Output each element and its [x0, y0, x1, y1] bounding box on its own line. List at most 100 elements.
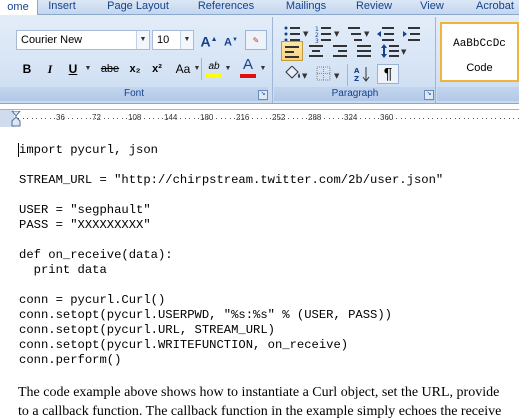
underline-button[interactable]: U: [63, 59, 83, 79]
ruler-tick: [499, 118, 501, 119]
change-case-button[interactable]: Aa: [172, 59, 194, 79]
code-line: print data: [19, 263, 107, 277]
ruler-tick: [490, 118, 492, 119]
increase-indent-icon[interactable]: [403, 27, 420, 41]
ruler-tick: [54, 118, 55, 119]
ruler-tick: [207, 118, 208, 119]
superscript-button[interactable]: x²: [147, 59, 167, 79]
code-line: import pycurl, json: [19, 143, 158, 157]
ruler-tick: [351, 118, 352, 119]
ruler-tick: [387, 118, 388, 119]
ruler-tick: [49, 118, 51, 119]
ruler-tick: [342, 118, 343, 119]
code-line: conn.setopt(pycurl.WRITEFUNCTION, on_rec…: [19, 338, 349, 352]
line-spacing-button[interactable]: ▼: [380, 41, 408, 61]
font-name-combo[interactable]: Courier New ▼: [16, 30, 150, 50]
svg-text:▼: ▼: [334, 30, 340, 38]
shrink-font-button[interactable]: A▼: [221, 30, 241, 50]
ruler-tick: [288, 118, 289, 119]
ruler-tick: [27, 118, 28, 119]
ruler-tick: [400, 118, 402, 119]
ruler-tick: [103, 118, 105, 119]
code-line: USER = "segphault": [19, 203, 151, 217]
ruler-tick: [279, 118, 280, 119]
ruler-tick: [198, 118, 199, 119]
tab-mailings[interactable]: Mailings: [280, 0, 332, 14]
ruler-tick: [229, 118, 231, 119]
align-right-button[interactable]: [329, 41, 351, 61]
tab-view[interactable]: View: [416, 0, 448, 14]
ruler-tick: [180, 118, 181, 119]
ruler-tick: [139, 118, 141, 119]
decrease-indent-icon[interactable]: [377, 27, 394, 41]
chevron-down-icon[interactable]: ▼: [193, 59, 201, 79]
subscript-button[interactable]: x₂: [125, 59, 145, 79]
chevron-down-icon[interactable]: ▼: [180, 31, 193, 49]
svg-text:▼: ▼: [401, 48, 407, 56]
clear-formatting-button[interactable]: ✎: [245, 30, 267, 50]
strikethrough-button[interactable]: abe: [97, 59, 123, 79]
style-preview: AaBbCcDc: [453, 38, 506, 50]
ruler-tick: [450, 118, 451, 119]
font-size-combo[interactable]: 10 ▼: [152, 30, 194, 50]
divider: [347, 64, 348, 86]
tab-references[interactable]: References: [194, 0, 258, 14]
tab-home[interactable]: ome: [0, 0, 38, 16]
tab-review[interactable]: Review: [352, 0, 396, 14]
tab-acrobat[interactable]: Acrobat: [470, 0, 519, 14]
chevron-down-icon[interactable]: ▼: [224, 59, 232, 79]
align-center-button[interactable]: [305, 41, 327, 61]
document-page[interactable]: import pycurl, json STREAM_URL = "http://…: [0, 127, 519, 419]
ruler-tick: [256, 118, 258, 119]
code-line: conn.setopt(pycurl.URL, STREAM_URL): [19, 323, 275, 337]
ruler-tick: [364, 118, 366, 119]
style-code[interactable]: AaBbCcDc Code: [440, 22, 519, 82]
ruler-tick: [472, 118, 474, 119]
grow-font-button[interactable]: A▲: [199, 30, 219, 50]
paragraph-dialog-launcher-icon[interactable]: ↘: [424, 90, 434, 100]
ruler-tick: [153, 118, 154, 119]
ruler-tick: [382, 118, 384, 119]
text-cursor: [18, 143, 19, 157]
ruler-tick: [202, 118, 204, 119]
sort-button[interactable]: A Z: [353, 64, 373, 84]
code-line: PASS = "XXXXXXXXX": [19, 218, 151, 232]
italic-button[interactable]: I: [40, 59, 60, 79]
align-left-button[interactable]: [281, 41, 303, 61]
chevron-down-icon[interactable]: ▼: [259, 59, 267, 79]
font-dialog-launcher-icon[interactable]: ↘: [258, 90, 268, 100]
bold-button[interactable]: B: [17, 59, 37, 79]
svg-text:▼: ▼: [302, 72, 308, 80]
ruler-tick: [315, 118, 316, 119]
ruler-tick: [396, 118, 397, 119]
tab-page-layout[interactable]: Page Layout: [103, 0, 173, 14]
font-color-icon: A: [242, 56, 253, 73]
shading-button[interactable]: ▼: [283, 64, 309, 84]
borders-button[interactable]: ▼: [315, 64, 343, 84]
highlight-button[interactable]: ab: [204, 57, 224, 77]
show-formatting-marks-button[interactable]: ¶: [377, 64, 399, 84]
font-color-button[interactable]: A: [238, 55, 258, 78]
ruler-tick: [234, 118, 235, 119]
ruler-tick: [486, 118, 487, 119]
bullets-icon[interactable]: ▼: [284, 26, 310, 42]
paragraph-group-label: Paragraph: [274, 87, 436, 101]
tab-insert[interactable]: Insert: [44, 0, 80, 14]
font-name-value: Courier New: [21, 34, 83, 46]
ruler-tick: [36, 118, 37, 119]
ruler-tick: [45, 118, 46, 119]
ruler-tick: [117, 118, 118, 119]
ruler-tick: [220, 118, 222, 119]
chevron-down-icon[interactable]: ▼: [136, 31, 149, 49]
ruler-tick: [477, 118, 478, 119]
shrink-font-icon: A: [224, 36, 232, 49]
justify-button[interactable]: [353, 41, 375, 61]
highlighter-icon: ab: [208, 61, 220, 72]
align-right-icon: [333, 45, 347, 57]
ruler-tick: [22, 118, 24, 119]
ruler-tick: [328, 118, 330, 119]
ruler-tick: [391, 118, 393, 119]
horizontal-ruler[interactable]: 3672108144180216252288324360: [0, 109, 519, 128]
chevron-down-icon[interactable]: ▼: [83, 59, 93, 79]
multilevel-list-icon[interactable]: ▼: [348, 27, 370, 41]
